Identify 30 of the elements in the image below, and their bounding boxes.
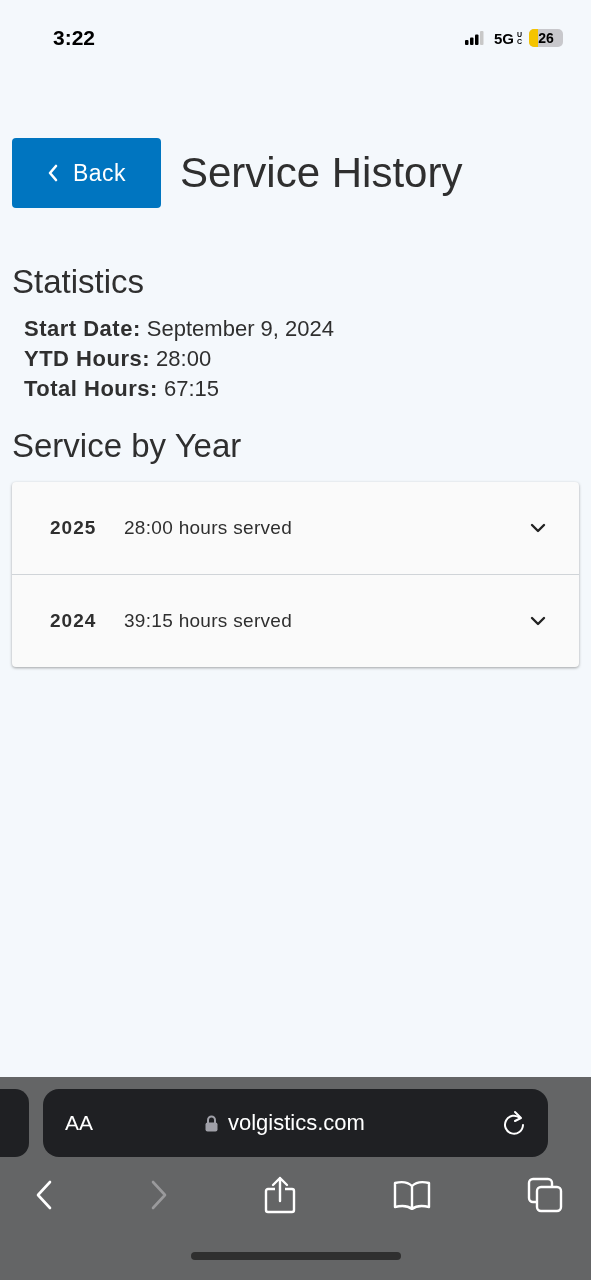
section-heading: Statistics: [12, 262, 146, 302]
text-size-button[interactable]: AA: [65, 1111, 145, 1135]
url-text: volgistics.com: [228, 1110, 365, 1136]
network-label: 5G: [494, 29, 514, 47]
caret-icon: [530, 523, 546, 533]
back-icon[interactable]: [35, 1180, 53, 1210]
hours-summary: 28:00 hours served: [124, 517, 294, 539]
caret-icon: [530, 616, 546, 626]
statistic-line: YTD Hours: 28:00: [24, 345, 213, 373]
lock-icon: [205, 1114, 218, 1132]
back-button[interactable]: Back: [12, 138, 161, 208]
chevron-left-icon: [46, 164, 59, 182]
battery-icon: 26: [529, 29, 563, 47]
year-row[interactable]: 2025 28:00 hours served: [12, 482, 579, 574]
status-time: 3:22: [53, 26, 96, 50]
signal-icon: [465, 31, 485, 45]
reload-icon[interactable]: [502, 1110, 526, 1136]
book-icon[interactable]: [392, 1180, 431, 1210]
share-icon[interactable]: [264, 1176, 296, 1214]
hours-summary: 39:15 hours served: [124, 610, 294, 632]
year-row[interactable]: 2024 39:15 hours served: [12, 574, 579, 667]
section-heading: Service by Year: [12, 426, 243, 466]
tab-preview[interactable]: [0, 1089, 29, 1157]
year-label: 2025: [50, 517, 98, 539]
statistic-line: Start Date: September 9, 2024: [24, 315, 335, 343]
address-bar[interactable]: AA volgistics.com: [43, 1089, 548, 1157]
tabs-icon[interactable]: [527, 1177, 563, 1213]
page-title: Service History: [180, 149, 463, 197]
statistic-line: Total Hours: 67:15: [24, 375, 221, 403]
year-label: 2024: [50, 610, 98, 632]
